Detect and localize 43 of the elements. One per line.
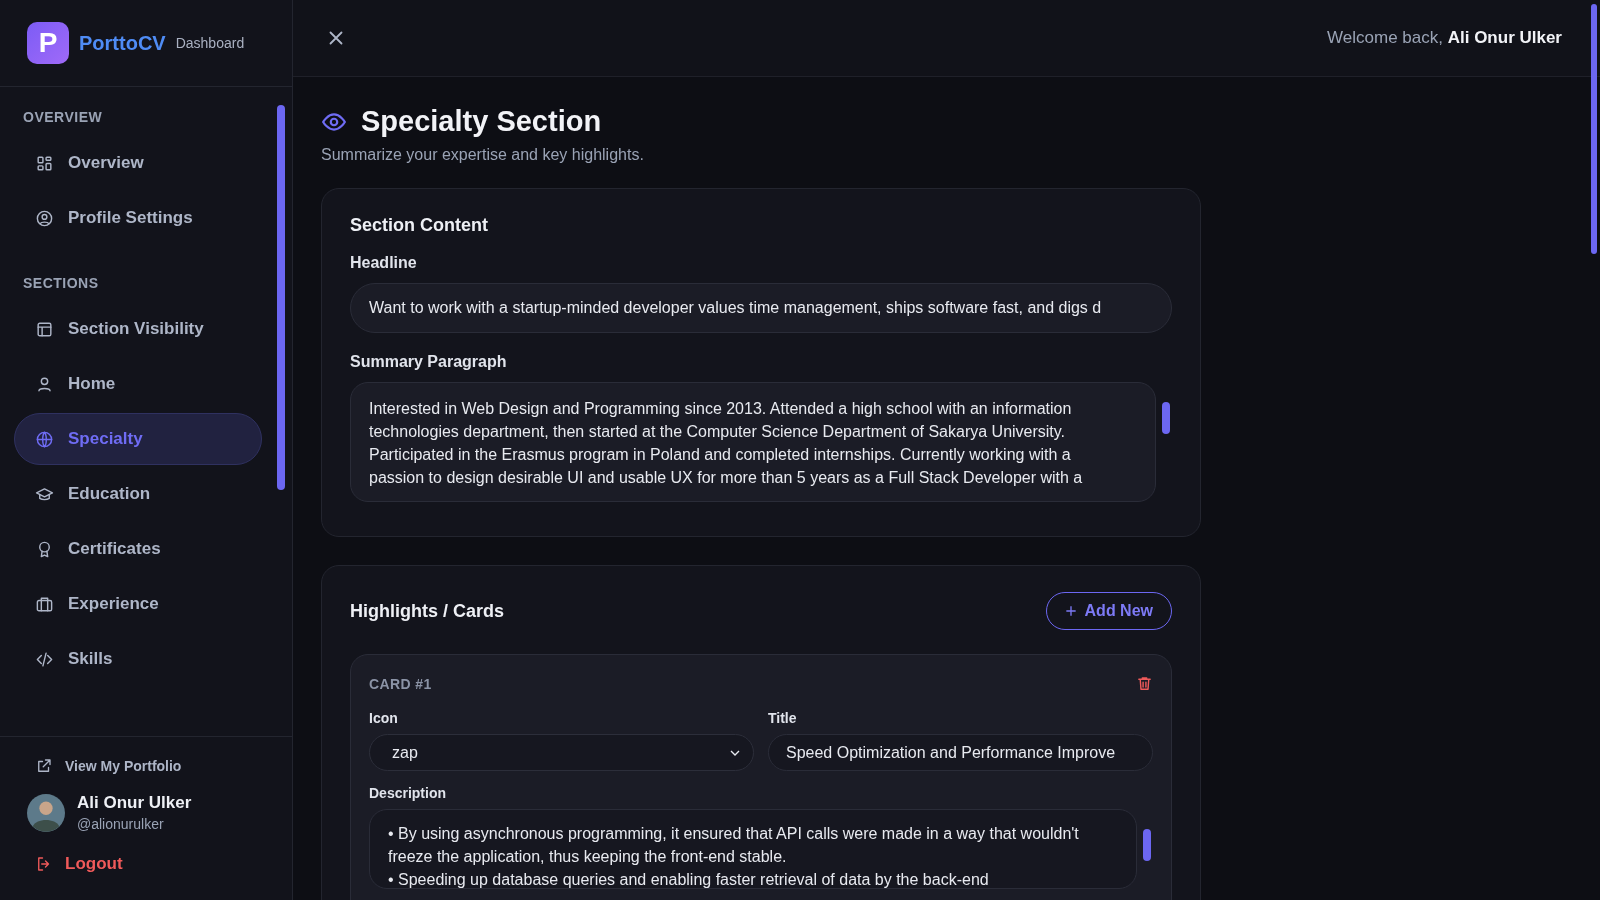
welcome-text: Welcome back, Ali Onur Ulker bbox=[1327, 28, 1562, 48]
headline-field[interactable]: Want to work with a startup-minded developer values time management, ships software fast, and digs d bbox=[350, 283, 1172, 333]
card-title: Section Content bbox=[350, 215, 489, 236]
nav-icon bbox=[35, 153, 54, 173]
user-handle: @alionurulker bbox=[77, 816, 165, 832]
nav-heading: SECTIONS bbox=[22, 274, 100, 293]
field-label: Icon bbox=[369, 710, 399, 726]
logout-button[interactable]: Logout bbox=[27, 850, 131, 878]
nav-icon bbox=[35, 319, 54, 339]
nav-icon bbox=[35, 208, 54, 228]
sidebar-item[interactable]: Profile Settings bbox=[14, 192, 262, 244]
sidebar-item[interactable]: Education bbox=[14, 468, 262, 520]
field-label: Description bbox=[369, 785, 447, 801]
logo-icon: P bbox=[27, 22, 69, 64]
card-number: CARD #1 bbox=[369, 675, 432, 692]
nav-heading: OVERVIEW bbox=[22, 108, 104, 127]
field-label: Headline bbox=[350, 254, 418, 272]
page-title: Specialty Section bbox=[361, 105, 602, 138]
brand-name: PorttoCV bbox=[79, 31, 166, 55]
sidebar-item[interactable]: Overview bbox=[14, 137, 262, 189]
sidebar-item[interactable]: Specialty bbox=[14, 413, 262, 465]
brand-subtitle: Dashboard bbox=[175, 35, 245, 51]
sidebar-item[interactable]: Skills bbox=[14, 633, 262, 685]
nav-icon bbox=[35, 429, 54, 449]
sidebar-item[interactable]: Home bbox=[14, 358, 262, 410]
field-label: Summary Paragraph bbox=[350, 353, 508, 371]
summary-field[interactable]: Interested in Web Design and Programming since 2013. Attended a high school with an information technologies department, then started at the Computer Science Department of Sakarya University. Participated in the Erasmus program in Poland and completed internships. Currently working with a passion to design desirable UI and usable UX for more than 5 years as a Full Stack Developer with a bbox=[350, 382, 1156, 502]
nav-icon bbox=[35, 594, 54, 614]
sidebar-item[interactable]: Section Visibility bbox=[14, 303, 262, 355]
user-name: Ali Onur Ulker bbox=[77, 793, 192, 813]
sidebar-item[interactable]: Certificates bbox=[14, 523, 262, 575]
external-link-icon bbox=[35, 757, 53, 775]
sidebar-item[interactable]: Experience bbox=[14, 578, 262, 630]
trash-icon[interactable] bbox=[1136, 675, 1153, 692]
field-label: Title bbox=[768, 710, 798, 726]
page-subtitle: Summarize your expertise and key highlights. bbox=[321, 146, 645, 164]
title-field[interactable]: Speed Optimization and Performance Improve bbox=[768, 734, 1153, 771]
card-title: Highlights / Cards bbox=[350, 600, 504, 622]
portfolio-link[interactable]: View My Portfolio bbox=[27, 757, 265, 775]
avatar bbox=[27, 793, 65, 832]
description-field[interactable]: • By using asynchronous programming, it ensured that API calls were made in a way that wouldn't freeze the application, thus keeping the front-end stable. • Speeding up database queries and enabling faster retrieval of data by the back-end bbox=[369, 809, 1137, 889]
icon-select[interactable]: zap bbox=[369, 734, 754, 771]
nav-icon bbox=[35, 374, 54, 394]
